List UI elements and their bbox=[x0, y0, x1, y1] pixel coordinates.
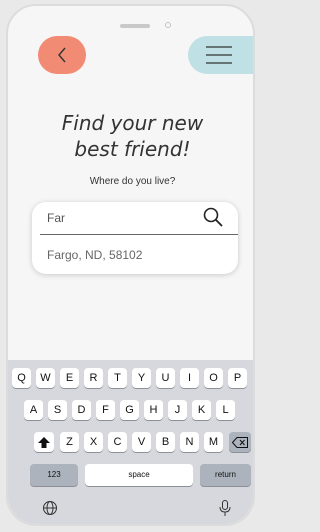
key-x[interactable]: X bbox=[84, 432, 103, 452]
key-c[interactable]: C bbox=[108, 432, 127, 452]
space-key[interactable]: space bbox=[85, 464, 193, 486]
backspace-icon bbox=[231, 437, 248, 448]
key-p[interactable]: P bbox=[228, 368, 247, 388]
return-key[interactable]: return bbox=[200, 464, 251, 486]
delete-key[interactable] bbox=[229, 432, 251, 452]
key-j[interactable]: J bbox=[168, 400, 187, 420]
chevron-left-icon bbox=[58, 47, 66, 63]
key-l[interactable]: L bbox=[216, 400, 235, 420]
key-k[interactable]: K bbox=[192, 400, 211, 420]
location-suggestion[interactable]: Fargo, ND, 58102 bbox=[47, 248, 142, 262]
key-e[interactable]: E bbox=[60, 368, 79, 388]
key-u[interactable]: U bbox=[156, 368, 175, 388]
key-m[interactable]: M bbox=[204, 432, 223, 452]
shift-key[interactable] bbox=[34, 432, 54, 452]
search-card: Far Fargo, ND, 58102 bbox=[32, 202, 238, 274]
key-o[interactable]: O bbox=[204, 368, 223, 388]
microphone-icon[interactable] bbox=[219, 500, 231, 517]
key-b[interactable]: B bbox=[156, 432, 175, 452]
title-line-1: Find your new bbox=[61, 111, 204, 135]
key-q[interactable]: Q bbox=[12, 368, 31, 388]
phone-frame: Find your new best friend! Where do you … bbox=[6, 4, 255, 526]
key-n[interactable]: N bbox=[180, 432, 199, 452]
globe-icon[interactable] bbox=[42, 500, 58, 516]
key-y[interactable]: Y bbox=[132, 368, 151, 388]
key-f[interactable]: F bbox=[96, 400, 115, 420]
divider bbox=[40, 234, 238, 235]
camera bbox=[165, 22, 171, 28]
key-z[interactable]: Z bbox=[60, 432, 79, 452]
speaker bbox=[120, 24, 150, 28]
key-h[interactable]: H bbox=[144, 400, 163, 420]
key-i[interactable]: I bbox=[180, 368, 199, 388]
keyboard: Q W E R T Y U I O P A S D F G H J K L Z … bbox=[8, 360, 253, 524]
subtitle: Where do you live? bbox=[89, 176, 176, 187]
key-g[interactable]: G bbox=[120, 400, 139, 420]
back-button[interactable] bbox=[38, 36, 86, 74]
page-title: Find your new best friend! bbox=[8, 110, 253, 162]
search-input[interactable]: Far bbox=[47, 211, 65, 225]
key-r[interactable]: R bbox=[84, 368, 103, 388]
key-v[interactable]: V bbox=[132, 432, 151, 452]
key-d[interactable]: D bbox=[72, 400, 91, 420]
key-t[interactable]: T bbox=[108, 368, 127, 388]
key-w[interactable]: W bbox=[36, 368, 55, 388]
key-a[interactable]: A bbox=[24, 400, 43, 420]
title-line-2: best friend! bbox=[74, 137, 191, 161]
numbers-key[interactable]: 123 bbox=[30, 464, 78, 486]
key-s[interactable]: S bbox=[48, 400, 67, 420]
shift-icon bbox=[38, 437, 50, 448]
search-icon[interactable] bbox=[202, 206, 224, 228]
hamburger-icon bbox=[206, 46, 232, 64]
menu-button[interactable] bbox=[188, 36, 253, 74]
